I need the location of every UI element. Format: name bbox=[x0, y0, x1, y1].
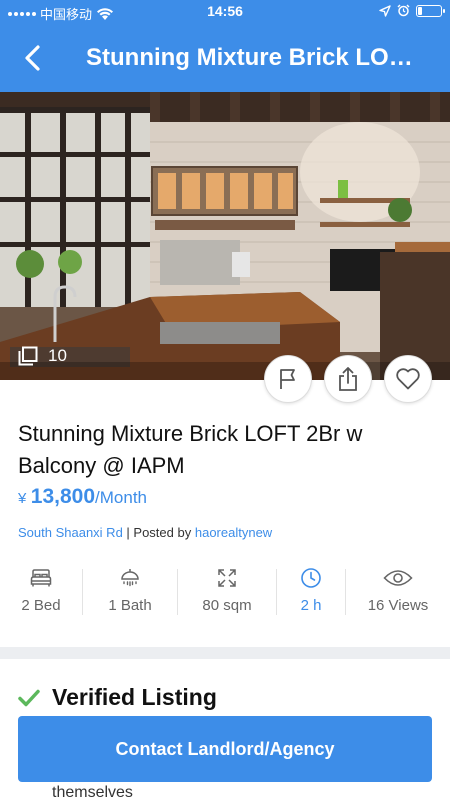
listing-location-row: South Shaanxi Rd | Posted by haorealtyne… bbox=[18, 525, 272, 540]
kitchen-photo-illustration bbox=[0, 92, 450, 380]
stat-bathrooms: 1 Bath bbox=[83, 565, 177, 623]
chevron-left-icon bbox=[25, 45, 40, 71]
verified-description-partial: themselves bbox=[52, 784, 133, 800]
stat-area: 80 sqm bbox=[178, 565, 276, 623]
stat-area-label: 80 sqm bbox=[202, 597, 252, 614]
price-currency: ¥ bbox=[18, 490, 27, 507]
clock-icon bbox=[301, 568, 321, 588]
contact-landlord-label: Contact Landlord/Agency bbox=[115, 738, 335, 759]
verified-listing-label: Verified Listing bbox=[52, 684, 217, 710]
section-divider bbox=[0, 647, 450, 659]
location-link[interactable]: South Shaanxi Rd bbox=[18, 525, 123, 540]
expand-icon bbox=[218, 569, 236, 587]
stat-posted-time-label: 2 h bbox=[300, 597, 322, 614]
heart-icon bbox=[396, 368, 420, 390]
photo-count[interactable]: 10 bbox=[18, 346, 67, 366]
stat-posted-time: 2 h bbox=[277, 565, 345, 623]
listing-price: ¥ 13,800/Month bbox=[18, 485, 147, 509]
stat-bedrooms-label: 2 Bed bbox=[21, 597, 61, 614]
alarm-icon bbox=[397, 4, 410, 17]
shower-icon bbox=[121, 569, 139, 587]
page-title: Stunning Mixture Brick LOF… bbox=[86, 44, 426, 71]
report-button[interactable] bbox=[264, 355, 312, 403]
listing-photo[interactable]: 10 bbox=[0, 92, 450, 380]
contact-landlord-button[interactable]: Contact Landlord/Agency bbox=[18, 716, 432, 782]
share-button[interactable] bbox=[324, 355, 372, 403]
gallery-icon bbox=[18, 346, 38, 366]
listing-actions bbox=[264, 355, 432, 403]
status-bar: 中国移动 14:56 bbox=[0, 0, 450, 24]
verified-listing-heading: Verified Listing bbox=[18, 684, 217, 711]
listing-title: Stunning Mixture Brick LOFT 2Br w Balcon… bbox=[18, 421, 363, 478]
share-icon bbox=[339, 367, 357, 391]
check-icon bbox=[18, 689, 40, 706]
nav-bar: Stunning Mixture Brick LOF… bbox=[0, 24, 450, 92]
favorite-button[interactable] bbox=[384, 355, 432, 403]
back-button[interactable] bbox=[18, 42, 50, 74]
battery-icon bbox=[416, 4, 445, 17]
posted-by-label: | Posted by bbox=[126, 525, 192, 540]
poster-link[interactable]: haorealtynew bbox=[195, 525, 272, 540]
status-right bbox=[379, 4, 445, 17]
price-amount: 13,800 bbox=[30, 485, 96, 508]
price-period: /Month bbox=[95, 488, 148, 507]
photo-count-label: 10 bbox=[48, 346, 67, 365]
stat-bedrooms: 2 Bed bbox=[0, 565, 82, 623]
listing-stats: 2 Bed 1 Bath 80 sqm 2 h 16 Views bbox=[0, 565, 450, 623]
bed-icon bbox=[30, 569, 52, 587]
eye-icon bbox=[383, 570, 413, 586]
stat-bathrooms-label: 1 Bath bbox=[108, 597, 152, 614]
flag-icon bbox=[280, 369, 295, 389]
stat-views-label: 16 Views bbox=[367, 597, 429, 614]
location-arrow-icon bbox=[379, 4, 391, 17]
stat-views: 16 Views bbox=[346, 565, 450, 623]
